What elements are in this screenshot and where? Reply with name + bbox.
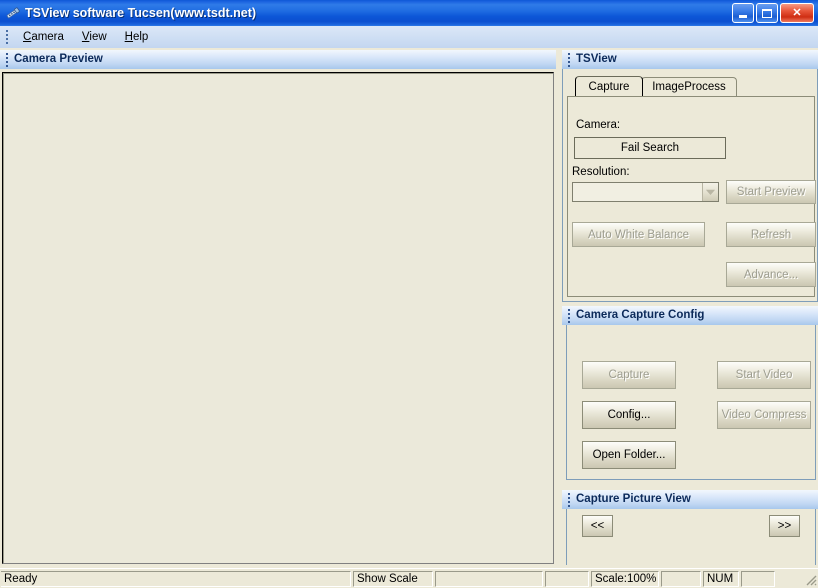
camera-label: Camera: <box>576 119 621 131</box>
status-pane-blank-3 <box>661 570 701 587</box>
picture-view-panel: Capture Picture View << >> <box>562 490 818 565</box>
picture-view-title: Capture Picture View <box>576 493 691 505</box>
tsview-tabstrip: Capture ImageProcess <box>569 76 817 96</box>
close-icon: ✕ <box>792 6 802 19</box>
tsview-panel: TSView Capture ImageProcess Camera: Fail… <box>562 50 818 302</box>
config-label: Config... <box>607 409 651 421</box>
window-title: TSView software Tucsen(www.tsdt.net) <box>25 6 257 20</box>
advance-button[interactable]: Advance... <box>726 262 816 287</box>
config-button[interactable]: Config... <box>582 401 676 429</box>
status-pane-blank-4 <box>741 570 775 587</box>
maximize-button[interactable] <box>756 3 778 23</box>
auto-white-balance-label: Auto White Balance <box>587 228 689 241</box>
camera-status-text: Fail Search <box>620 142 680 154</box>
capture-config-header: Camera Capture Config <box>562 306 818 325</box>
app-icon <box>4 4 22 22</box>
camera-preview-header: Camera Preview <box>0 50 556 69</box>
tab-capture[interactable]: Capture <box>575 76 643 96</box>
capture-tab-panel: Camera: Fail Search Resolution: Start Pr… <box>567 96 816 297</box>
status-bar: Ready Show Scale Scale:100% NUM <box>0 568 818 588</box>
resolution-combobox-value[interactable] <box>573 183 702 201</box>
tsview-body: Capture ImageProcess Camera: Fail Search… <box>562 69 818 302</box>
resolution-combobox[interactable] <box>572 182 719 202</box>
capture-label: Capture <box>608 369 650 381</box>
refresh-button[interactable]: Refresh <box>726 222 816 247</box>
tab-imageprocess[interactable]: ImageProcess <box>641 77 737 96</box>
capture-config-panel: Camera Capture Config Capture Start Vide… <box>562 306 818 488</box>
camera-preview-pane: Camera Preview <box>0 50 556 565</box>
menu-item-camera[interactable]: Camera <box>14 29 73 46</box>
open-folder-button[interactable]: Open Folder... <box>582 441 676 469</box>
close-button[interactable]: ✕ <box>780 3 814 23</box>
panel-grip-handle[interactable] <box>3 52 11 67</box>
maximize-icon <box>757 4 777 22</box>
panel-grip-handle[interactable] <box>565 52 573 67</box>
minimize-icon <box>733 4 753 22</box>
chevron-down-icon[interactable] <box>702 183 718 201</box>
picture-view-header: Capture Picture View <box>562 490 818 509</box>
next-picture-label: >> <box>777 520 792 532</box>
camera-status-field: Fail Search <box>574 137 726 159</box>
picture-view-body: << >> <box>566 509 816 565</box>
start-preview-button[interactable]: Start Preview <box>726 180 816 204</box>
tab-capture-label: Capture <box>588 80 630 93</box>
refresh-label: Refresh <box>750 228 792 241</box>
panel-grip-handle[interactable] <box>565 492 573 507</box>
menu-grip-handle[interactable] <box>3 30 11 44</box>
panel-grip-handle[interactable] <box>565 308 573 323</box>
resolution-label: Resolution: <box>572 166 630 178</box>
right-pane: TSView Capture ImageProcess Camera: Fail… <box>562 50 818 565</box>
status-message: Ready <box>1 570 351 587</box>
video-compress-button[interactable]: Video Compress <box>717 401 811 429</box>
previous-picture-label: << <box>590 520 605 532</box>
capture-config-title: Camera Capture Config <box>576 309 705 321</box>
capture-config-body: Capture Start Video Config... Video Comp… <box>566 325 816 480</box>
camera-preview-title: Camera Preview <box>14 53 103 65</box>
status-scale: Scale:100% <box>591 570 659 587</box>
camera-preview-canvas[interactable] <box>3 73 553 563</box>
video-compress-label: Video Compress <box>721 409 807 421</box>
open-folder-label: Open Folder... <box>592 449 666 461</box>
title-bar: TSView software Tucsen(www.tsdt.net) ✕ <box>0 0 818 26</box>
capture-button[interactable]: Capture <box>582 361 676 389</box>
application-window: TSView software Tucsen(www.tsdt.net) ✕ C… <box>0 0 818 588</box>
tsview-header: TSView <box>562 50 818 69</box>
menu-item-help[interactable]: Help <box>116 29 158 46</box>
status-pane-blank-1 <box>435 570 543 587</box>
start-video-button[interactable]: Start Video <box>717 361 811 389</box>
status-num-indicator: NUM <box>703 570 739 587</box>
previous-picture-button[interactable]: << <box>582 515 613 537</box>
start-video-label: Start Video <box>735 369 793 381</box>
tab-imageprocess-label: ImageProcess <box>652 81 726 93</box>
minimize-button[interactable] <box>732 3 754 23</box>
menu-bar: Camera View Help <box>0 26 818 48</box>
tsview-title: TSView <box>576 53 617 65</box>
next-picture-button[interactable]: >> <box>769 515 800 537</box>
advance-label: Advance... <box>743 268 799 281</box>
resize-grip-icon[interactable] <box>802 571 818 587</box>
start-preview-label: Start Preview <box>736 186 806 198</box>
camera-preview-surface[interactable] <box>2 72 554 564</box>
auto-white-balance-button[interactable]: Auto White Balance <box>572 222 705 247</box>
status-show-scale[interactable]: Show Scale <box>353 570 433 587</box>
status-pane-blank-2 <box>545 570 589 587</box>
menu-item-view[interactable]: View <box>73 29 116 46</box>
